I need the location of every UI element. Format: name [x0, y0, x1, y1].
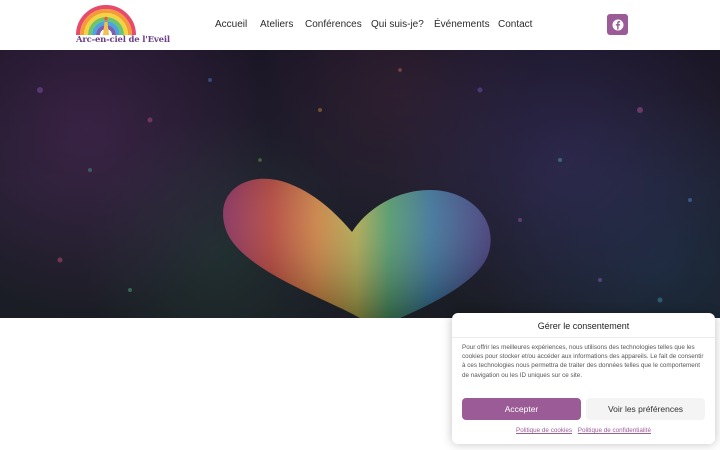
- nav-item-ateliers[interactable]: Ateliers: [260, 18, 293, 32]
- nav-item-evenements[interactable]: Événements: [434, 18, 490, 32]
- cookie-consent-dialog: Gérer le consentement Pour offrir les me…: [452, 313, 715, 444]
- nav-item-accueil[interactable]: Accueil: [215, 18, 247, 32]
- nav-item-conferences[interactable]: Conférences: [305, 18, 362, 32]
- site-header: Arc-en-ciel de l'Eveil Accueil Ateliers …: [0, 0, 720, 50]
- logo-text: Arc-en-ciel de l'Eveil: [76, 35, 170, 45]
- close-icon[interactable]: [695, 318, 709, 332]
- cookie-policy-link[interactable]: Politique de cookies: [516, 427, 572, 434]
- nav-item-qui-suis-je[interactable]: Qui suis-je?: [371, 18, 424, 32]
- nav-item-contact[interactable]: Contact: [498, 18, 532, 32]
- consent-text: Pour offrir les meilleures expériences, …: [462, 344, 704, 379]
- accept-button[interactable]: Accepter: [462, 398, 581, 420]
- consent-links: Politique de cookies Politique de confid…: [452, 427, 715, 434]
- divider: [452, 337, 715, 338]
- facebook-button[interactable]: [607, 14, 628, 35]
- consent-title: Gérer le consentement: [537, 321, 630, 331]
- privacy-policy-link[interactable]: Politique de confidentialité: [578, 427, 651, 434]
- chalk-heart-illustration: [37, 68, 692, 318]
- view-preferences-button[interactable]: Voir les préférences: [586, 398, 705, 420]
- hero-image: [0, 50, 720, 318]
- facebook-icon: [612, 19, 623, 30]
